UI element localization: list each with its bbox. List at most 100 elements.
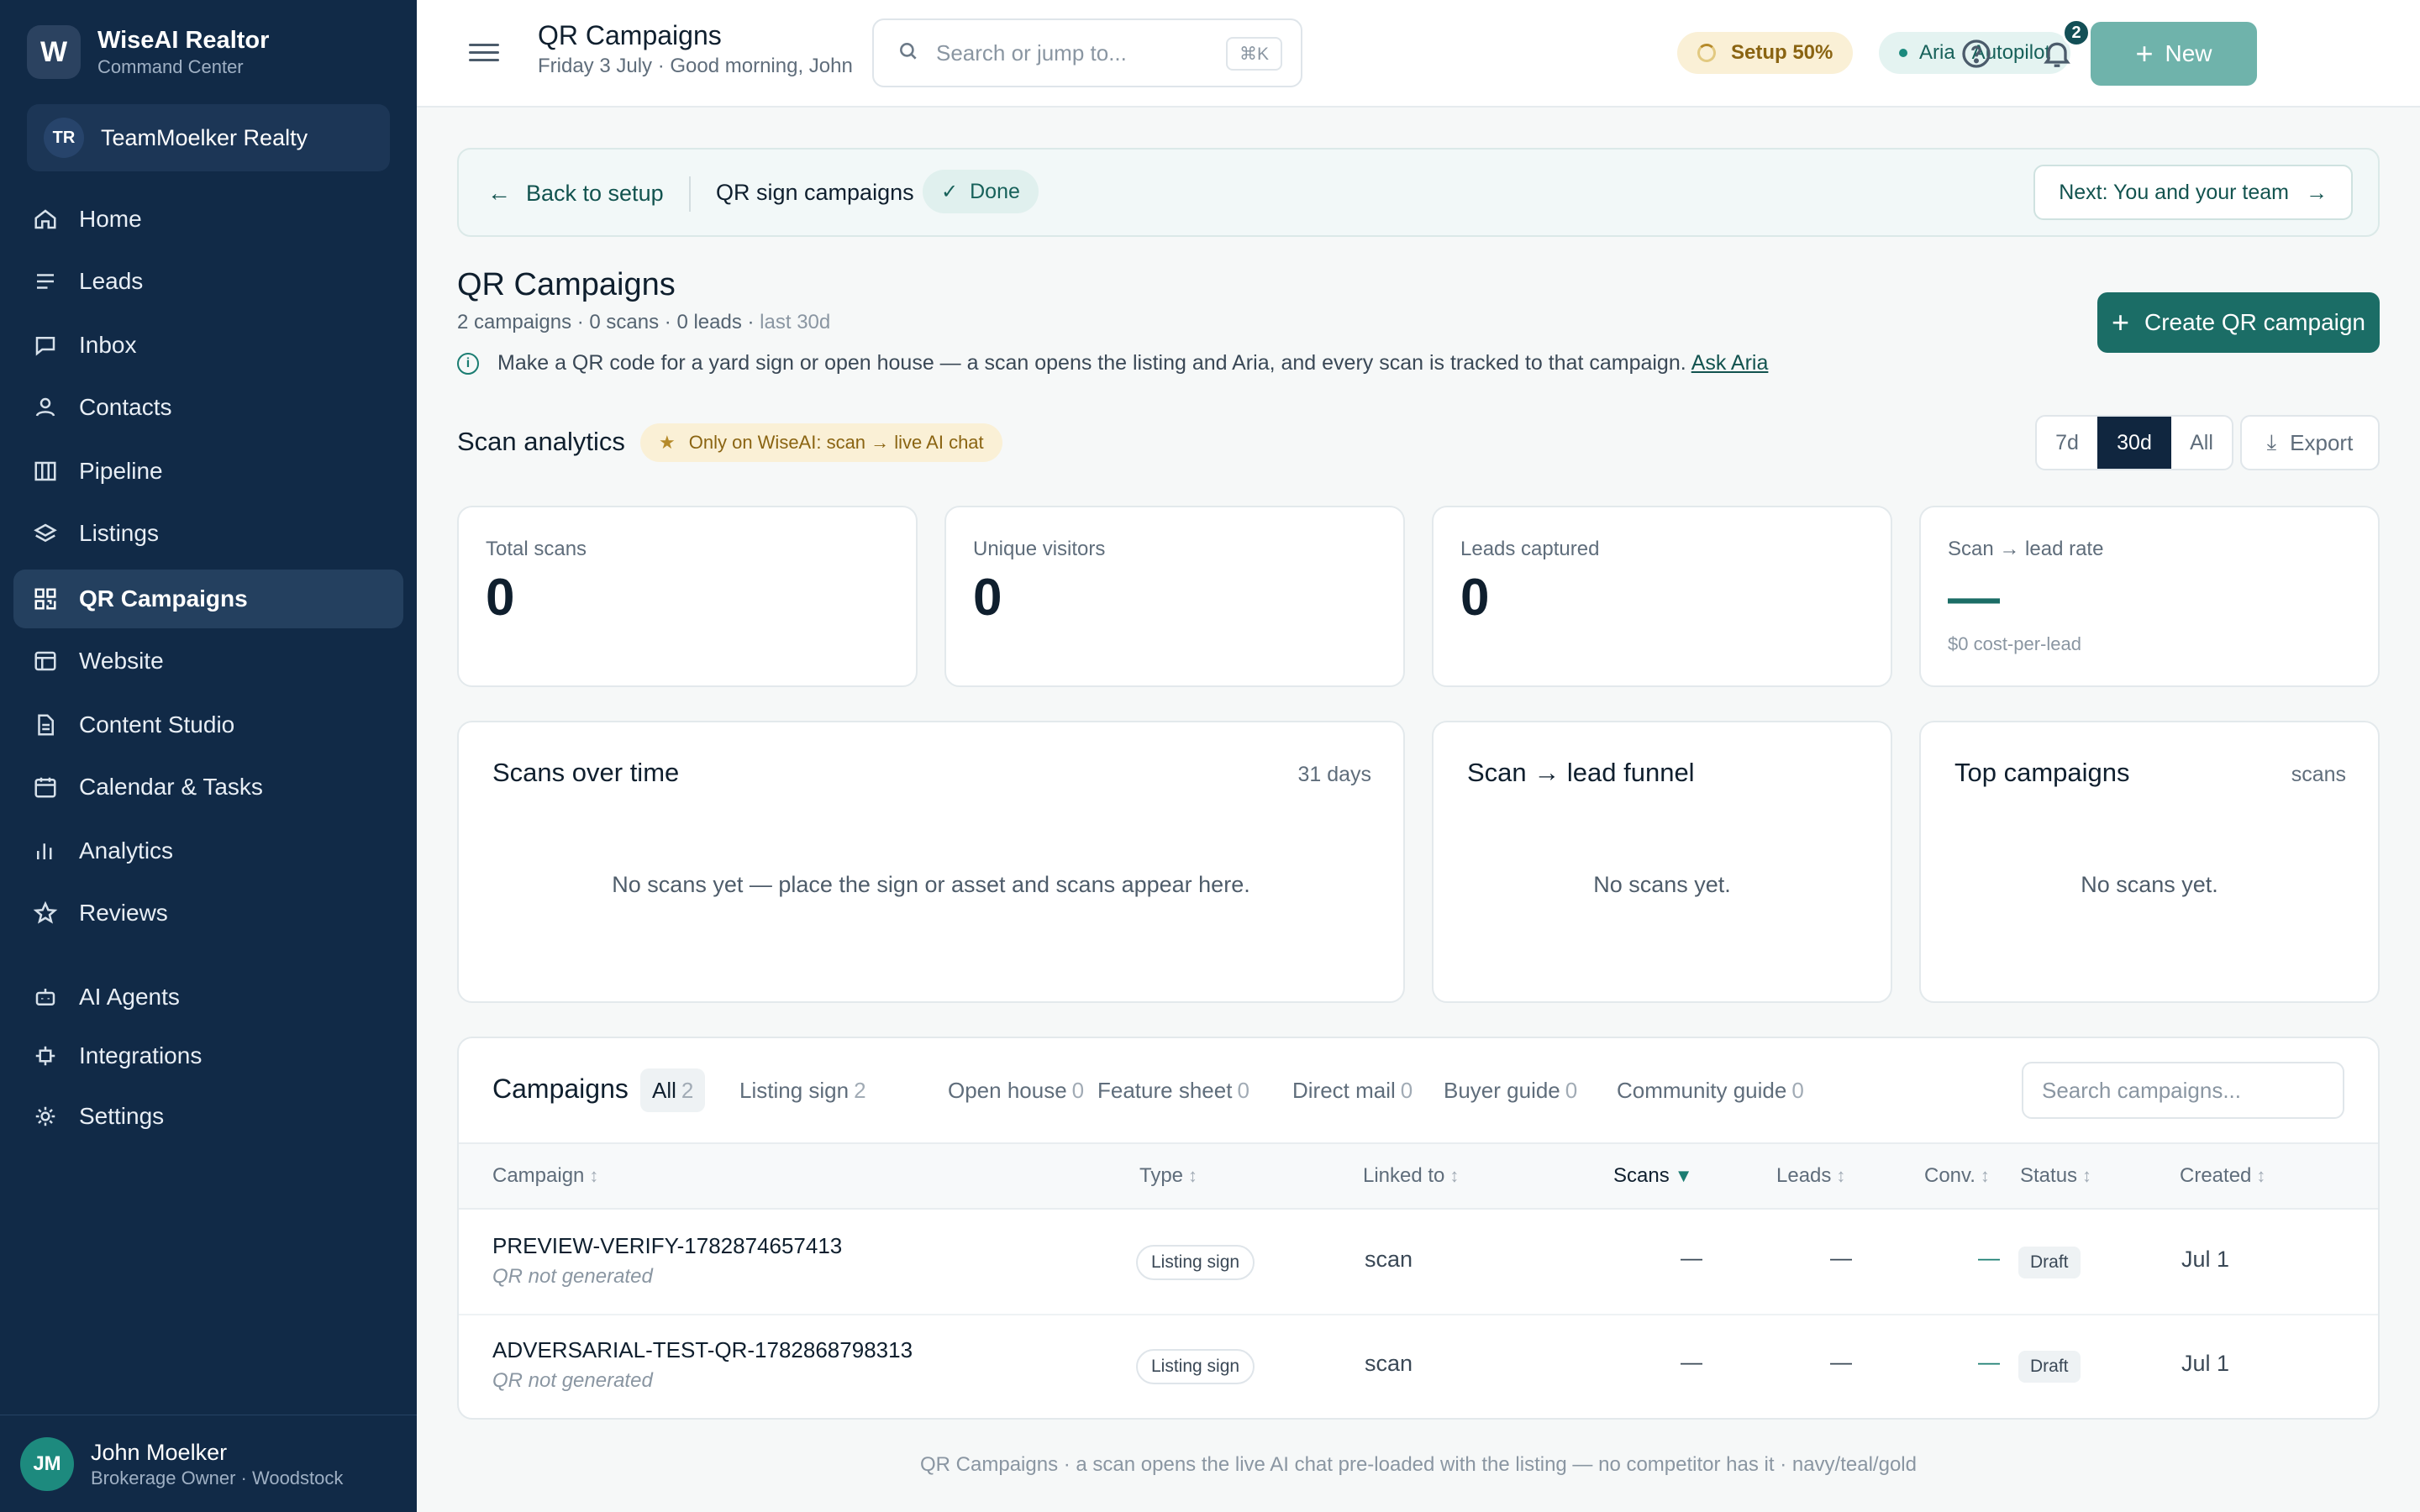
tab-listing-sign[interactable]: Listing sign 2 <box>728 1068 878 1112</box>
table-row[interactable]: PREVIEW-VERIFY-1782874657413 QR not gene… <box>459 1211 2378 1315</box>
sidebar-item-home[interactable]: Home <box>13 190 403 249</box>
user-role: Brokerage Owner · Woodstock <box>91 1467 344 1488</box>
funnel-panel: Scan → lead funnel No scans yet. <box>1432 721 1892 1003</box>
panel-meta: 31 days <box>1297 763 1371 786</box>
sidebar-item-label: Home <box>79 206 142 232</box>
kpi-label: Unique visitors <box>973 538 1106 560</box>
leads-value: — <box>1830 1349 1852 1374</box>
menu-toggle-button[interactable] <box>469 39 499 69</box>
back-to-setup-link[interactable]: ← Back to setup <box>487 180 664 207</box>
download-icon: ⤓ <box>2266 429 2277 454</box>
campaign-name[interactable]: PREVIEW-VERIFY-1782874657413 <box>492 1233 842 1259</box>
sidebar-item-label: Inbox <box>79 332 137 358</box>
create-qr-campaign-button[interactable]: + Create QR campaign <box>2097 292 2380 353</box>
sidebar-item-website[interactable]: Website <box>13 632 403 690</box>
table-header: Campaign ↕ Type ↕ Linked to ↕ Scans ▼ Leads ↕… <box>459 1142 2378 1210</box>
tab-feature-sheet[interactable]: Feature sheet 0 <box>1086 1068 1261 1112</box>
sidebar-item-contacts[interactable]: Contacts <box>13 378 403 437</box>
document-icon <box>32 711 59 738</box>
search-icon <box>897 40 919 66</box>
type-badge: Listing sign <box>1136 1245 1255 1280</box>
calendar-icon <box>32 774 59 801</box>
tab-count: 0 <box>1237 1077 1249 1103</box>
table-row[interactable]: ADVERSARIAL-TEST-QR-1782868798313 QR not… <box>459 1315 2378 1418</box>
status-badge: Draft <box>2018 1247 2081 1278</box>
sidebar-item-content-studio[interactable]: Content Studio <box>13 696 403 754</box>
sidebar-item-leads[interactable]: Leads <box>13 252 403 311</box>
campaign-search-input[interactable]: Search campaigns... <box>2022 1062 2344 1119</box>
column-leads[interactable]: Leads ↕ <box>1776 1164 1845 1188</box>
top-campaigns-panel: Top campaigns scans No scans yet. <box>1919 721 2380 1003</box>
info-icon: i <box>457 352 479 375</box>
next-step-button[interactable]: Next: You and your team → <box>2033 165 2353 220</box>
workspace-switcher[interactable]: TR TeamMoelker Realty <box>27 104 390 171</box>
tab-count: 0 <box>1400 1077 1413 1103</box>
browser-icon <box>32 648 59 675</box>
panel-title: Scan → lead funnel <box>1467 758 1695 787</box>
sidebar-item-integrations[interactable]: Integrations <box>13 1026 403 1085</box>
tab-open-house[interactable]: Open house 0 <box>936 1068 1096 1112</box>
qr-state: QR not generated <box>492 1369 653 1392</box>
user-profile[interactable]: JM John Moelker Brokerage Owner · Woodst… <box>0 1415 417 1512</box>
sidebar-item-label: Reviews <box>79 900 168 926</box>
panel-title: Scans over time <box>492 758 680 787</box>
sidebar-item-analytics[interactable]: Analytics <box>13 822 403 880</box>
help-icon[interactable] <box>1960 37 1993 71</box>
campaign-name[interactable]: ADVERSARIAL-TEST-QR-1782868798313 <box>492 1337 913 1363</box>
kpi-value: 0 <box>486 569 515 627</box>
campaigns-table-card: Campaigns All 2 Listing sign 2 Open house 0… <box>457 1037 2380 1420</box>
sidebar-item-label: Contacts <box>79 394 172 420</box>
column-scans[interactable]: Scans ▼ <box>1613 1164 1692 1188</box>
column-status[interactable]: Status ↕ <box>2020 1164 2091 1188</box>
sort-desc-icon: ▼ <box>1674 1165 1693 1186</box>
sidebar-item-pipeline[interactable]: Pipeline <box>13 442 403 501</box>
setup-progress-pill[interactable]: Setup 50% <box>1677 32 1854 74</box>
brand[interactable]: W WiseAI Realtor Command Center <box>27 25 269 79</box>
range-all[interactable]: All <box>2171 417 2232 469</box>
bar-chart-icon <box>32 837 59 864</box>
new-button[interactable]: + New <box>2091 22 2257 86</box>
sidebar-item-ai-agents[interactable]: AI Agents <box>13 968 403 1026</box>
tab-community-guide[interactable]: Community guide 0 <box>1605 1068 1816 1112</box>
sidebar-item-label: AI Agents <box>79 984 180 1010</box>
sidebar-item-listings[interactable]: Listings <box>13 504 403 563</box>
arrow-right-icon: → <box>2306 179 2328 205</box>
column-conv[interactable]: Conv. ↕ <box>1924 1164 1990 1188</box>
info-message: i Make a QR code for a yard sign or open… <box>457 351 1768 375</box>
panel-title: Top campaigns <box>1954 758 2130 787</box>
plus-icon: + <box>2135 36 2154 71</box>
sort-icon: ↕ <box>1188 1165 1198 1186</box>
column-linked-to[interactable]: Linked to ↕ <box>1363 1164 1459 1188</box>
column-campaign[interactable]: Campaign ↕ <box>492 1164 598 1188</box>
sidebar-item-calendar[interactable]: Calendar & Tasks <box>13 758 403 816</box>
sidebar-item-qr-campaigns[interactable]: QR Campaigns <box>13 570 403 628</box>
sidebar-item-inbox[interactable]: Inbox <box>13 316 403 375</box>
sidebar-item-settings[interactable]: Settings <box>13 1087 403 1146</box>
tab-buyer-guide[interactable]: Buyer guide 0 <box>1432 1068 1589 1112</box>
column-created[interactable]: Created ↕ <box>2180 1164 2265 1188</box>
column-type[interactable]: Type ↕ <box>1139 1164 1197 1188</box>
footer-note: QR Campaigns · a scan opens the live AI … <box>920 1453 1917 1476</box>
tab-direct-mail[interactable]: Direct mail 0 <box>1281 1068 1424 1112</box>
columns-icon <box>32 458 59 485</box>
ask-aria-link[interactable]: Ask Aria <box>1691 351 1769 375</box>
arrow-left-icon: ← <box>487 180 511 206</box>
panel-meta: scans <box>2291 763 2346 786</box>
created-date: Jul 1 <box>2181 1247 2230 1272</box>
new-label: New <box>2165 40 2212 66</box>
tab-all[interactable]: All 2 <box>640 1068 706 1112</box>
range-7d[interactable]: 7d <box>2037 417 2097 469</box>
sort-icon: ↕ <box>1980 1165 1990 1186</box>
workspace-name: TeamMoelker Realty <box>101 124 308 150</box>
range-30d[interactable]: 30d <box>2097 417 2171 469</box>
scan-analytics-title: Scan analytics <box>457 427 625 456</box>
global-search-input[interactable]: Search or jump to... ⌘K <box>872 18 1302 87</box>
user-name: John Moelker <box>91 1439 228 1465</box>
tab-label: Community guide <box>1617 1077 1787 1103</box>
sidebar-item-label: Pipeline <box>79 458 163 484</box>
done-label: Done <box>970 179 1020 203</box>
export-button[interactable]: ⤓ Export <box>2240 415 2380 470</box>
kpi-card-leads-captured: Leads captured 0 <box>1432 506 1892 687</box>
sidebar-item-reviews[interactable]: Reviews <box>13 884 403 942</box>
kpi-label: Total scans <box>486 538 587 560</box>
